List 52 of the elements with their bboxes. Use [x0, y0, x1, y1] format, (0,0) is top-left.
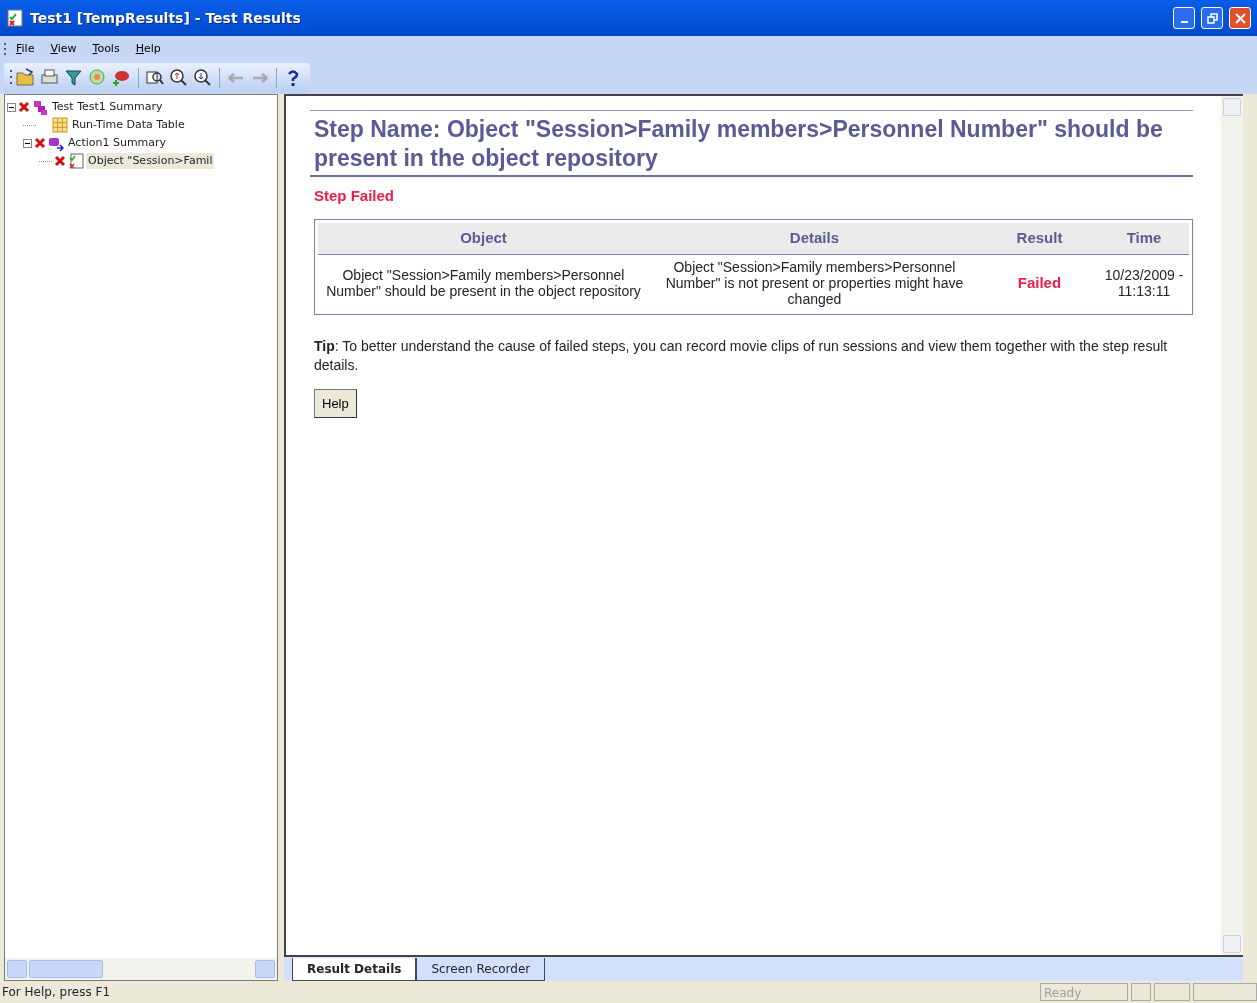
table-cell: Object "Session>Family members>Personnel Number" should be present in the object repository — [318, 254, 649, 311]
status-pane — [1193, 983, 1257, 1001]
zoom-up-icon — [169, 68, 189, 88]
grid-icon — [52, 117, 68, 133]
window-title: Test1 [TempResults] - Test Results — [30, 8, 302, 28]
zoom-down-icon — [193, 68, 213, 88]
horizontal-scrollbar[interactable] — [5, 958, 277, 980]
menu-item[interactable]: Tools — [85, 38, 127, 60]
restore-button[interactable] — [1201, 7, 1223, 29]
close-button[interactable] — [1229, 7, 1251, 29]
tree-item[interactable]: Action1 Summary — [66, 134, 169, 152]
column-header: Object — [318, 223, 649, 254]
tree-item[interactable]: Test Test1 Summary — [50, 98, 165, 116]
filter-icon — [64, 68, 84, 88]
menu-item[interactable]: View — [43, 38, 84, 60]
document-icon — [68, 153, 84, 169]
tab[interactable]: Screen Recorder — [416, 958, 546, 981]
tip-text: Tip: To better understand the cause of failed steps, you can record movie clips of run sessions and view them together with the step result details. — [314, 336, 1169, 375]
folder-button[interactable] — [15, 67, 37, 89]
grip-icon — [4, 42, 7, 56]
table-cell: Object "Session>Family members>Personnel Number" is not present or properties might have changed — [648, 254, 980, 311]
column-header: Result — [979, 223, 1099, 254]
grip-icon — [10, 69, 13, 87]
status-pane — [1154, 983, 1190, 1001]
table-cell: Failed — [979, 254, 1099, 311]
blocks-icon — [48, 135, 64, 151]
filter-button[interactable] — [63, 67, 85, 89]
close-icon — [1233, 11, 1247, 25]
vertical-scrollbar[interactable] — [1221, 96, 1243, 955]
minimize-icon — [1180, 21, 1188, 23]
folder-icon — [16, 68, 36, 88]
collapse-toggle[interactable] — [7, 102, 16, 112]
tree-item[interactable]: Object "Session>Famil — [86, 152, 215, 170]
app-icon — [6, 9, 24, 27]
step-heading: Step Name: Object "Session>Family members>Personnel Number" should be present in the object repository — [310, 110, 1193, 177]
status-state: Ready — [1040, 983, 1128, 1001]
minimize-button[interactable] — [1173, 7, 1195, 29]
blocks-icon — [32, 99, 48, 115]
target-icon — [88, 68, 108, 88]
step-status: Step Failed — [314, 185, 396, 206]
tab[interactable]: Result Details — [292, 958, 417, 981]
column-header: Details — [648, 223, 980, 254]
status-pane — [1131, 983, 1151, 1001]
help-button[interactable]: Help — [314, 388, 357, 419]
status-message: For Help, press F1 — [2, 984, 112, 1001]
tree-item[interactable]: Run-Time Data Table — [70, 116, 187, 134]
column-header: Time — [1099, 223, 1189, 254]
menu-item[interactable]: File — [9, 38, 42, 60]
menu-item[interactable]: Help — [128, 38, 168, 60]
restore-icon — [1205, 11, 1219, 25]
table-cell: 10/23/2009 - 11:13:11 — [1099, 254, 1189, 311]
collapse-toggle[interactable] — [23, 138, 32, 148]
